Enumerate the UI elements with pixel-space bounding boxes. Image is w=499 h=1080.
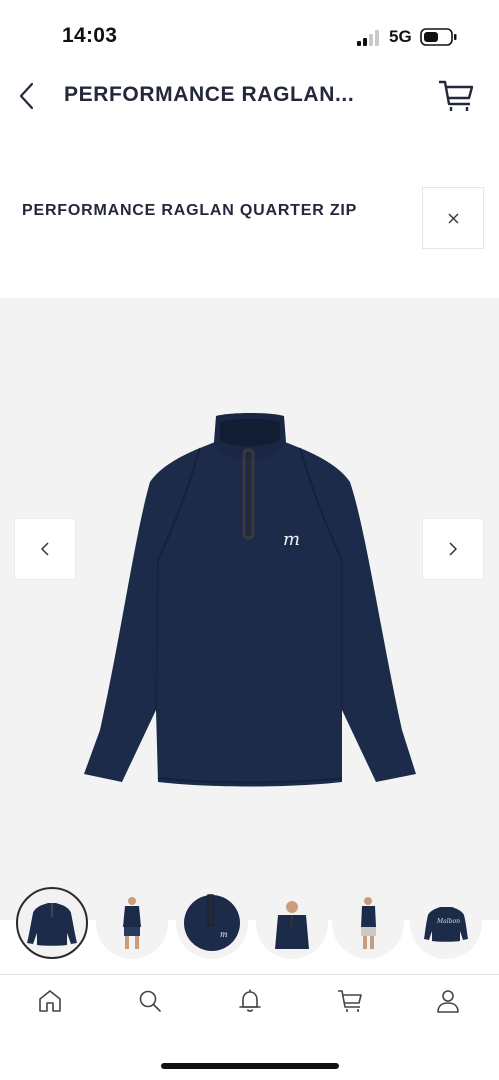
close-button[interactable] [422, 187, 484, 249]
thumbnail-model-side[interactable] [332, 887, 404, 959]
tab-home[interactable] [36, 987, 64, 1015]
thumbnail-model-close[interactable] [256, 887, 328, 959]
status-bar: 14:03 5G [0, 0, 499, 60]
cart-button[interactable] [436, 78, 476, 114]
tab-search[interactable] [136, 987, 164, 1015]
close-icon [448, 213, 459, 224]
back-button[interactable] [10, 78, 46, 114]
product-gallery[interactable]: m [0, 298, 499, 920]
bell-icon [239, 989, 261, 1012]
svg-text:Malbon: Malbon [436, 918, 460, 925]
product-image: m [84, 413, 416, 787]
battery-icon [420, 28, 457, 46]
product-name: PERFORMANCE RAGLAN QUARTER ZIP [22, 202, 358, 219]
product-header: PERFORMANCE RAGLAN QUARTER ZIP [0, 186, 499, 256]
home-indicator [161, 1063, 339, 1069]
navigation-header: PERFORMANCE RAGLAN... [0, 64, 499, 128]
thumbnail-strip: m Malbon [0, 880, 499, 970]
thumbnail-collar-detail[interactable]: m [176, 887, 248, 959]
signal-icon [357, 30, 379, 46]
tab-notifications[interactable] [236, 987, 264, 1015]
gallery-prev-button[interactable] [14, 518, 76, 580]
chevron-left-icon [19, 82, 34, 110]
status-time: 14:03 [62, 24, 118, 47]
tab-cart[interactable] [336, 987, 364, 1015]
thumbnail-flat-front[interactable] [16, 887, 88, 959]
thumbnail-flat-back[interactable]: Malbon [410, 887, 482, 959]
network-label: 5G [389, 27, 412, 46]
tab-account[interactable] [434, 987, 462, 1015]
logo-mark: m [283, 529, 300, 550]
search-icon [139, 990, 161, 1012]
home-icon [39, 990, 61, 1012]
account-icon [437, 990, 459, 1013]
cart-icon [338, 990, 362, 1012]
cart-icon [439, 80, 474, 111]
bottom-tab-bar [0, 974, 499, 1027]
chevron-left-icon [41, 542, 49, 556]
chevron-right-icon [449, 542, 457, 556]
gallery-next-button[interactable] [422, 518, 484, 580]
thumbnail-model-front[interactable] [96, 887, 168, 959]
page-title: PERFORMANCE RAGLAN... [64, 83, 355, 106]
svg-text:m: m [220, 930, 228, 939]
